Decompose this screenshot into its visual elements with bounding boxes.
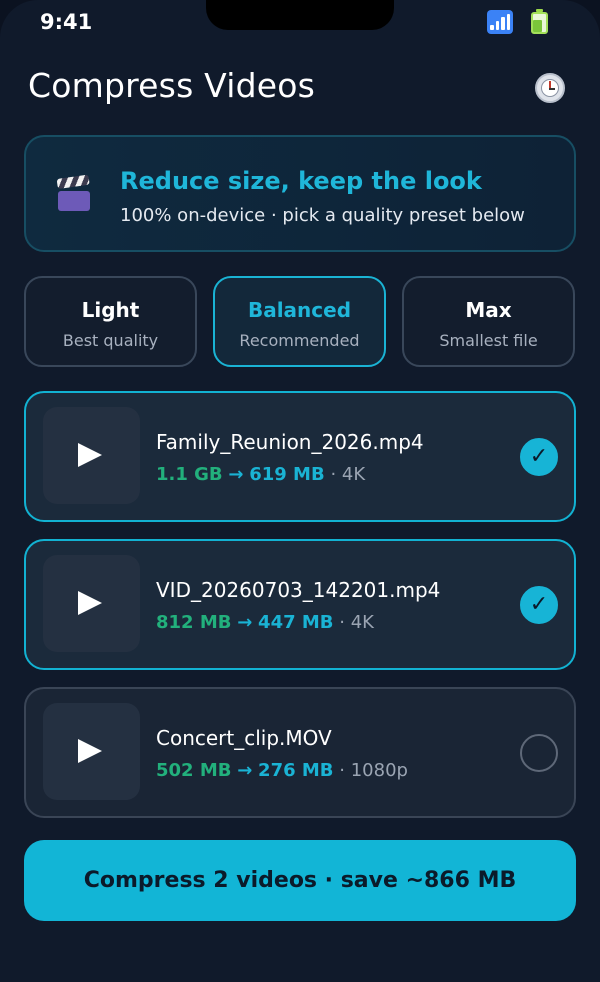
play-icon <box>78 443 102 467</box>
signal-icon <box>487 10 513 34</box>
info-banner: Reduce size, keep the look 100% on-devic… <box>24 135 576 252</box>
banner-subtitle: 100% on-device · pick a quality preset b… <box>120 205 525 226</box>
checkmark-icon: ✓ <box>529 592 549 617</box>
compressed-size: 619 MB <box>249 464 325 485</box>
preset-subtitle: Recommended <box>239 331 360 350</box>
preset-subtitle: Smallest file <box>439 331 538 350</box>
clock-icon[interactable] <box>535 73 565 103</box>
original-size: 812 MB <box>156 612 232 633</box>
banner-title: Reduce size, keep the look <box>120 167 482 195</box>
play-icon <box>78 739 102 763</box>
video-size-estimate: 502 MB → 276 MB · 1080p <box>156 760 408 781</box>
status-bar: 9:41 <box>0 0 600 46</box>
video-filename: Family_Reunion_2026.mp4 <box>156 430 424 454</box>
video-resolution: 4K <box>341 464 366 485</box>
original-size: 502 MB <box>156 760 232 781</box>
preset-title: Max <box>465 298 512 322</box>
video-thumbnail[interactable] <box>43 555 140 652</box>
video-size-estimate: 812 MB → 447 MB · 4K <box>156 612 374 633</box>
video-item[interactable]: Concert_clip.MOV 502 MB → 276 MB · 1080p <box>24 687 576 818</box>
video-resolution: 1080p <box>350 760 408 781</box>
compressed-size: 276 MB <box>258 760 334 781</box>
video-item[interactable]: Family_Reunion_2026.mp4 1.1 GB → 619 MB … <box>24 391 576 522</box>
separator: · <box>339 760 345 781</box>
separator: · <box>330 464 337 485</box>
video-thumbnail[interactable] <box>43 407 140 504</box>
battery-icon <box>531 9 548 34</box>
video-filename: VID_20260703_142201.mp4 <box>156 578 441 602</box>
page-title: Compress Videos <box>28 66 315 105</box>
preset-light[interactable]: Light Best quality <box>24 276 197 367</box>
video-size-estimate: 1.1 GB → 619 MB · 4K <box>156 464 365 485</box>
select-checkbox[interactable] <box>520 734 558 772</box>
compress-button[interactable]: Compress 2 videos · save ~866 MB <box>24 840 576 921</box>
phone-screen: 9:41 Compress Videos Reduce size, keep t… <box>0 0 600 982</box>
preset-max[interactable]: Max Smallest file <box>402 276 575 367</box>
original-size: 1.1 GB <box>156 464 223 485</box>
separator: · <box>339 612 345 633</box>
compressed-size: 447 MB <box>258 612 334 633</box>
select-checkbox[interactable]: ✓ <box>520 438 558 476</box>
checkmark-icon: ✓ <box>529 444 549 469</box>
arrow-icon: → <box>237 760 253 781</box>
video-filename: Concert_clip.MOV <box>156 726 332 750</box>
play-icon <box>78 591 102 615</box>
preset-balanced[interactable]: Balanced Recommended <box>213 276 386 367</box>
preset-title: Balanced <box>247 298 352 322</box>
select-checkbox[interactable]: ✓ <box>520 586 558 624</box>
preset-title: Light <box>81 298 140 322</box>
video-item[interactable]: VID_20260703_142201.mp4 812 MB → 447 MB … <box>24 539 576 670</box>
clapperboard-icon <box>56 174 90 211</box>
arrow-icon: → <box>237 612 253 633</box>
notch <box>206 0 394 30</box>
status-time: 9:41 <box>40 10 93 34</box>
video-resolution: 4K <box>350 612 374 633</box>
arrow-icon: → <box>228 464 244 485</box>
preset-subtitle: Best quality <box>62 331 159 350</box>
video-thumbnail[interactable] <box>43 703 140 800</box>
